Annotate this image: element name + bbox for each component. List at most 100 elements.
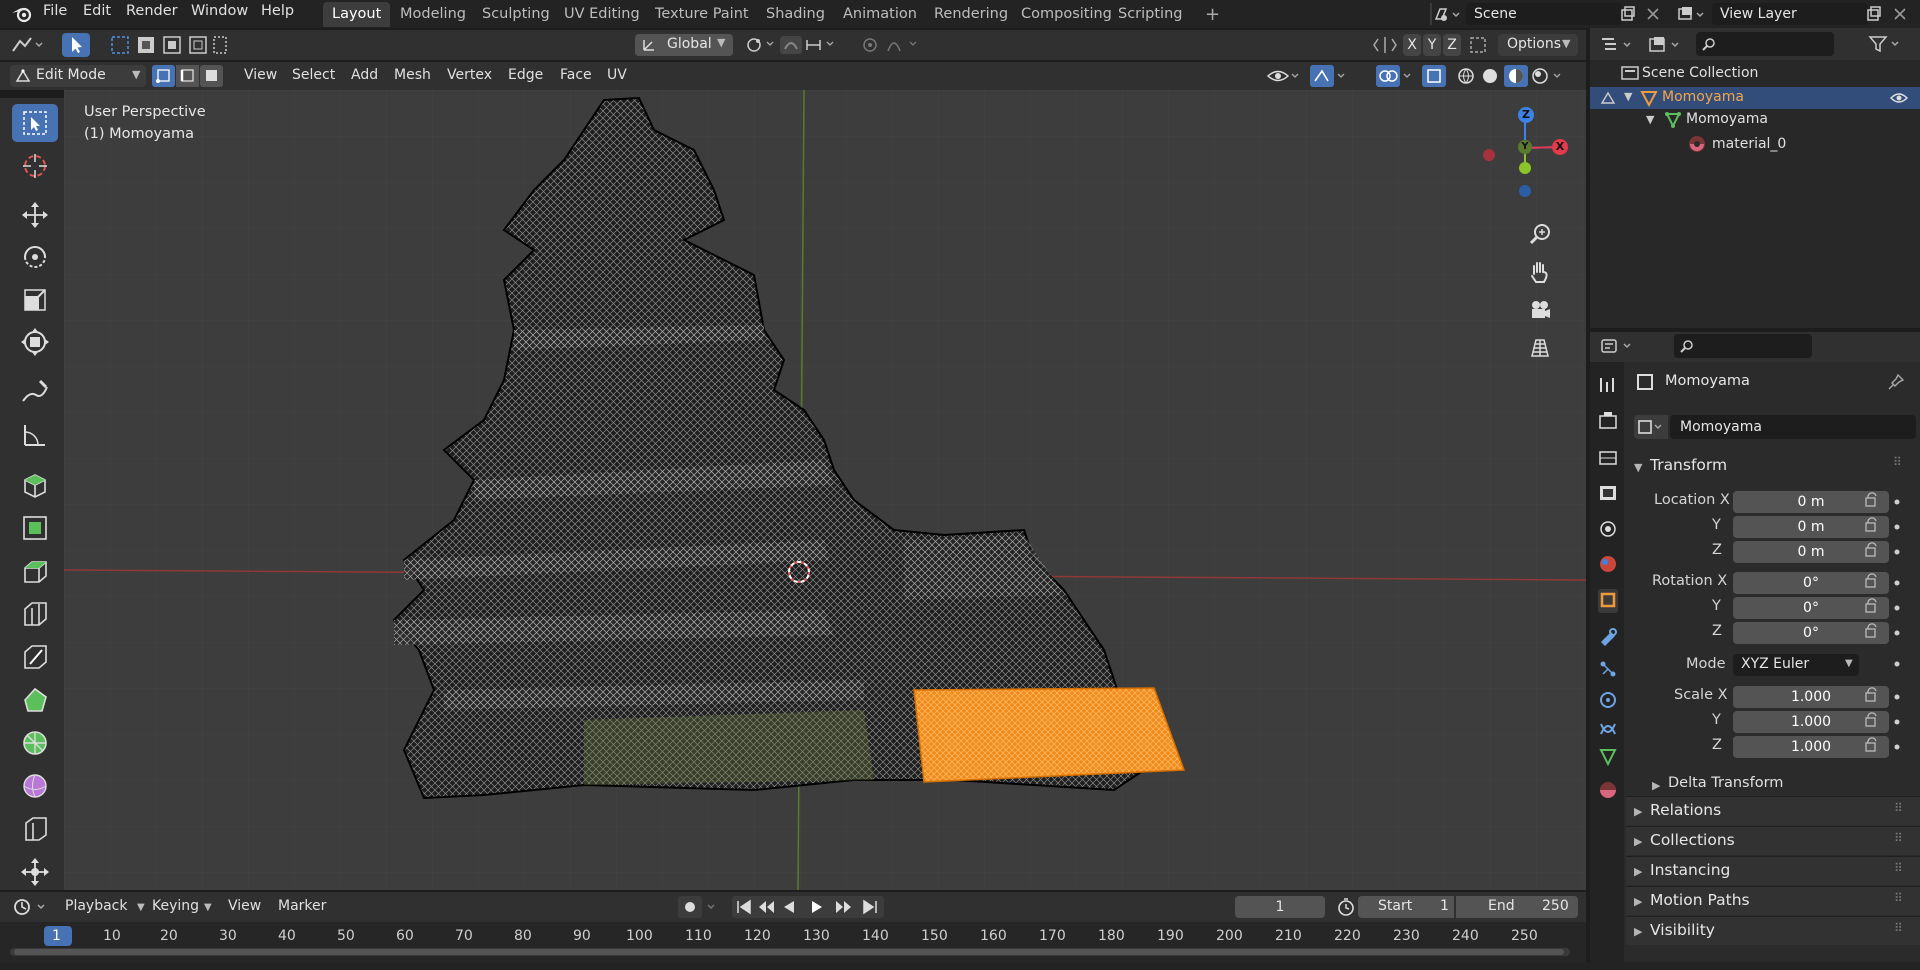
instancing-section[interactable]: ▶ Instancing ⠿ xyxy=(1626,856,1920,885)
browse-object-button[interactable] xyxy=(1634,415,1668,439)
drag-handle-icon[interactable]: ⠿ xyxy=(1894,861,1903,875)
expand-arrow-icon[interactable]: ▼ xyxy=(1646,113,1654,126)
scene-collection-label[interactable]: Scene Collection xyxy=(1642,65,1758,81)
drag-handle-icon[interactable]: ⠿ xyxy=(1894,801,1903,815)
tab-shading[interactable]: Shading xyxy=(757,2,834,27)
smooth-tool[interactable] xyxy=(12,767,58,805)
menu-window[interactable]: Window xyxy=(191,3,248,19)
add-cube-tool[interactable] xyxy=(12,466,58,504)
tab-animation[interactable]: Animation xyxy=(834,2,926,27)
editor-type-icon[interactable] xyxy=(10,35,48,55)
drag-handle-icon[interactable]: ⠿ xyxy=(1894,921,1903,935)
transform-orientation-dropdown[interactable]: Global ▼ xyxy=(635,34,733,56)
menu-uv[interactable]: UV xyxy=(607,67,627,83)
measure-tool[interactable] xyxy=(12,416,58,454)
move-tool[interactable] xyxy=(12,196,58,234)
keyframe-dot-icons[interactable] xyxy=(1893,492,1903,762)
mirror-y-toggle[interactable]: Y xyxy=(1423,34,1441,56)
start-frame-field[interactable]: Start 1 xyxy=(1358,896,1454,918)
select-box-tool[interactable] xyxy=(12,104,58,142)
tab-texture-paint[interactable]: Texture Paint xyxy=(646,2,758,27)
transform-tool[interactable] xyxy=(12,323,58,361)
drag-handle-icon[interactable]: ⠿ xyxy=(1894,891,1903,905)
auto-keying-icon[interactable] xyxy=(678,896,718,918)
menu-face[interactable]: Face xyxy=(560,67,592,83)
selected-faces[interactable] xyxy=(913,687,1186,783)
navigation-gizmo[interactable]: Z X Y xyxy=(1469,90,1579,205)
playback-controls-icons[interactable] xyxy=(732,896,884,918)
mirror-z-toggle[interactable]: Z xyxy=(1443,34,1461,56)
extrude-tool[interactable] xyxy=(12,509,58,547)
relations-section[interactable]: ▶ Relations ⠿ xyxy=(1626,796,1920,825)
scene-name-field[interactable]: Scene xyxy=(1466,3,1622,25)
display-mode-icon[interactable] xyxy=(1648,35,1684,55)
delta-transform-panel[interactable]: Delta Transform xyxy=(1668,775,1783,791)
menu-select[interactable]: Select xyxy=(292,67,335,83)
tab-sculpting[interactable]: Sculpting xyxy=(473,2,559,27)
options-dropdown[interactable]: Options ▼ xyxy=(1498,34,1578,56)
annotate-tool[interactable] xyxy=(12,373,58,411)
end-frame-field[interactable]: End 250 xyxy=(1456,896,1578,918)
gizmo-x-axis[interactable]: X xyxy=(1552,139,1568,155)
copy-view-layer-icon[interactable] xyxy=(1866,6,1882,22)
outliner-search-input[interactable] xyxy=(1696,32,1834,56)
marker-menu[interactable]: Marker xyxy=(278,898,326,914)
edge-slide-tool[interactable] xyxy=(12,810,58,848)
grid-view-icon[interactable] xyxy=(1528,336,1552,360)
property-tab-icons[interactable] xyxy=(1597,374,1619,834)
timeline-view-menu[interactable]: View xyxy=(228,898,261,914)
poly-build-tool[interactable] xyxy=(12,681,58,719)
timeline-editor-type-icon[interactable] xyxy=(12,897,50,917)
3d-viewport[interactable]: User Perspective (1) Momoyama Z X Y xyxy=(64,90,1586,890)
lock-icons[interactable] xyxy=(1862,492,1884,762)
tab-uv-editing[interactable]: UV Editing xyxy=(555,2,649,27)
menu-render[interactable]: Render xyxy=(126,3,178,19)
pivot-snap-icons[interactable] xyxy=(745,35,855,55)
zoom-icon[interactable] xyxy=(1528,222,1552,246)
properties-editor-type-icon[interactable] xyxy=(1600,336,1636,356)
menu-view[interactable]: View xyxy=(244,67,277,83)
mode-dropdown[interactable]: Edit Mode ▼ xyxy=(10,65,146,87)
menu-vertex[interactable]: Vertex xyxy=(447,67,492,83)
shrink-fatten-tool[interactable] xyxy=(12,853,58,891)
outliner-row-selected[interactable]: ▼ Momoyama xyxy=(1590,87,1920,109)
knife-tool[interactable] xyxy=(12,638,58,676)
menu-mesh[interactable]: Mesh xyxy=(394,67,431,83)
object-name-field[interactable]: Momoyama xyxy=(1670,415,1916,439)
expand-arrow-icon[interactable]: ▼ xyxy=(1624,90,1632,103)
current-frame-field[interactable]: 1 xyxy=(1235,896,1325,918)
viewport-canvas[interactable] xyxy=(64,90,1586,890)
camera-icon[interactable] xyxy=(1528,298,1552,322)
drag-handle-icon[interactable]: ⠿ xyxy=(1893,455,1902,469)
gizmo-y-axis[interactable]: Y xyxy=(1518,140,1532,154)
viewport-shading-icons[interactable] xyxy=(1266,65,1586,87)
menu-edit[interactable]: Edit xyxy=(83,3,111,19)
collections-section[interactable]: ▶ Collections ⠿ xyxy=(1626,826,1920,855)
view-layer-name-field[interactable]: View Layer xyxy=(1712,3,1868,25)
object-datablock-selector[interactable]: Momoyama xyxy=(1634,415,1916,439)
menu-help[interactable]: Help xyxy=(261,3,294,19)
visibility-section[interactable]: ▶ Visibility ⠿ xyxy=(1626,916,1920,945)
inset-tool[interactable] xyxy=(12,552,58,590)
mirror-icon[interactable] xyxy=(1372,35,1398,55)
blender-logo-icon[interactable] xyxy=(11,5,33,23)
proportional-editing-icons[interactable] xyxy=(860,35,926,55)
properties-search-input[interactable] xyxy=(1674,334,1812,358)
tab-scripting[interactable]: Scripting xyxy=(1109,2,1191,27)
add-workspace-button[interactable]: + xyxy=(1196,2,1229,27)
menu-edge[interactable]: Edge xyxy=(508,67,543,83)
rotation-mode-dropdown[interactable]: XYZ Euler ▼ xyxy=(1733,654,1859,676)
stopwatch-icon[interactable] xyxy=(1336,897,1356,917)
select-element-mode-icons[interactable] xyxy=(152,65,224,87)
menu-file[interactable]: File xyxy=(43,3,67,19)
outliner-editor-type-icon[interactable] xyxy=(1600,35,1636,55)
outliner-item-label[interactable]: Momoyama xyxy=(1686,111,1768,127)
copy-scene-icon[interactable] xyxy=(1620,6,1636,22)
tab-rendering[interactable]: Rendering xyxy=(925,2,1017,27)
timeline-scrollbar[interactable] xyxy=(10,948,1570,956)
keying-menu[interactable]: Keying xyxy=(152,898,199,914)
view-layer-icon[interactable] xyxy=(1676,5,1706,23)
motion-paths-section[interactable]: ▶ Motion Paths ⠿ xyxy=(1626,886,1920,915)
tab-layout[interactable]: Layout xyxy=(323,2,391,27)
auto-merge-icon[interactable] xyxy=(1468,35,1490,55)
